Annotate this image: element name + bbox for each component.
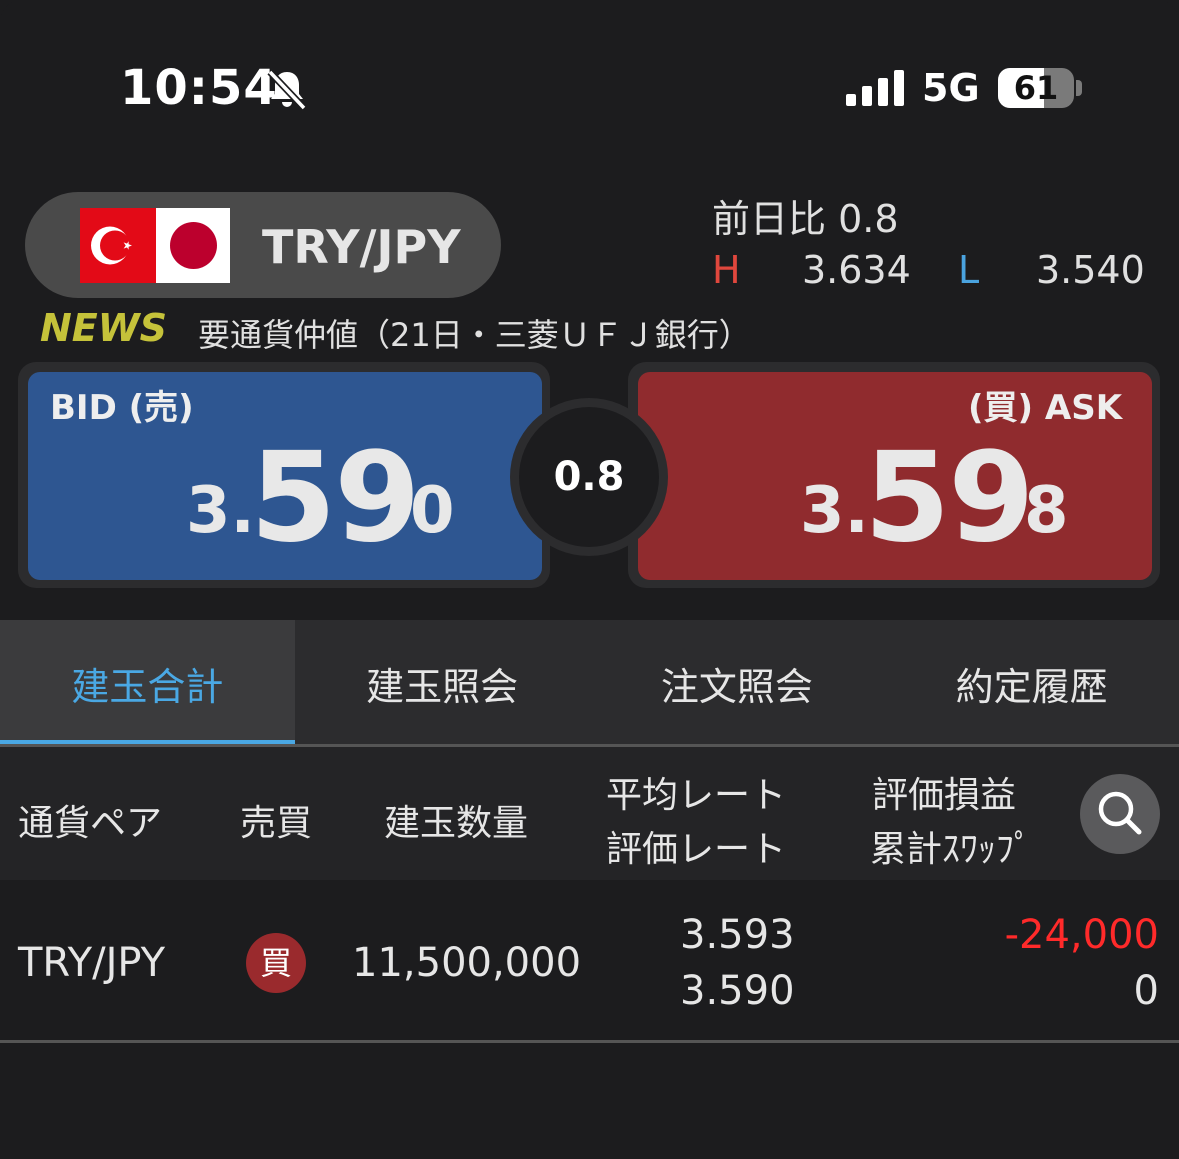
- bid-label: BID (売): [50, 388, 194, 428]
- col-header-swap: 累計ｽﾜｯﾌﾟ: [870, 829, 1033, 870]
- col-header-side: 売買: [240, 803, 313, 844]
- tab-position-summary[interactable]: 建玉合計: [0, 620, 295, 746]
- row-quantity: 11,500,000: [352, 940, 582, 986]
- low-label: L: [958, 248, 980, 292]
- network-type: 5G: [922, 66, 980, 110]
- battery-tip: [1076, 80, 1082, 96]
- tab-position-inquiry[interactable]: 建玉照会: [295, 620, 590, 746]
- row-swap: 0: [1133, 968, 1159, 1014]
- bid-price-main: 59: [250, 426, 421, 570]
- turkey-flag-icon: [80, 208, 156, 283]
- bid-price-prefix: 3.: [186, 474, 255, 548]
- ask-price-prefix: 3.: [800, 474, 869, 548]
- bid-price-suffix: 0: [410, 474, 455, 548]
- search-icon: [1098, 791, 1142, 835]
- battery-icon: 61: [998, 68, 1074, 108]
- col-header-quantity: 建玉数量: [384, 803, 529, 844]
- col-header-eval-rate: 評価レート: [606, 829, 787, 870]
- row-pair: TRY/JPY: [18, 940, 166, 986]
- buy-side-badge: 買: [246, 933, 306, 993]
- news-tag[interactable]: NEWS: [40, 306, 167, 350]
- tab-bar: 建玉合計 建玉照会 注文照会 約定履歴: [0, 620, 1179, 746]
- ask-price-suffix: 8: [1024, 474, 1069, 548]
- signal-bars-icon: [846, 70, 904, 106]
- high-value: 3.634: [802, 248, 911, 292]
- high-label: H: [712, 248, 741, 292]
- news-ticker[interactable]: 要通貨仲値（21日・三菱ＵＦＪ銀行）: [198, 310, 1158, 356]
- col-header-avg-rate: 平均レート: [606, 775, 787, 816]
- ask-label: (買) ASK: [968, 388, 1123, 428]
- battery-percent: 61: [1013, 69, 1059, 107]
- pair-label[interactable]: TRY/JPY: [262, 220, 461, 274]
- row-divider: [0, 1040, 1179, 1043]
- row-eval-rate: 3.590: [680, 968, 795, 1014]
- search-button[interactable]: [1080, 774, 1160, 854]
- row-avg-rate: 3.593: [680, 912, 795, 958]
- table-row[interactable]: [0, 882, 1179, 1040]
- spread-value: 0.8: [519, 407, 659, 547]
- status-time: 10:54: [120, 60, 278, 116]
- col-header-pnl: 評価損益: [872, 775, 1017, 816]
- row-pnl: -24,000: [1004, 912, 1159, 958]
- tab-execution-history[interactable]: 約定履歴: [884, 620, 1179, 746]
- low-value: 3.540: [1036, 248, 1145, 292]
- bell-slash-icon: [267, 69, 307, 111]
- ask-price-main: 59: [864, 426, 1035, 570]
- tab-order-inquiry[interactable]: 注文照会: [590, 620, 885, 746]
- japan-flag-icon: [156, 208, 230, 283]
- daily-change: 前日比 0.8: [712, 197, 899, 241]
- col-header-pair: 通貨ペア: [18, 803, 163, 844]
